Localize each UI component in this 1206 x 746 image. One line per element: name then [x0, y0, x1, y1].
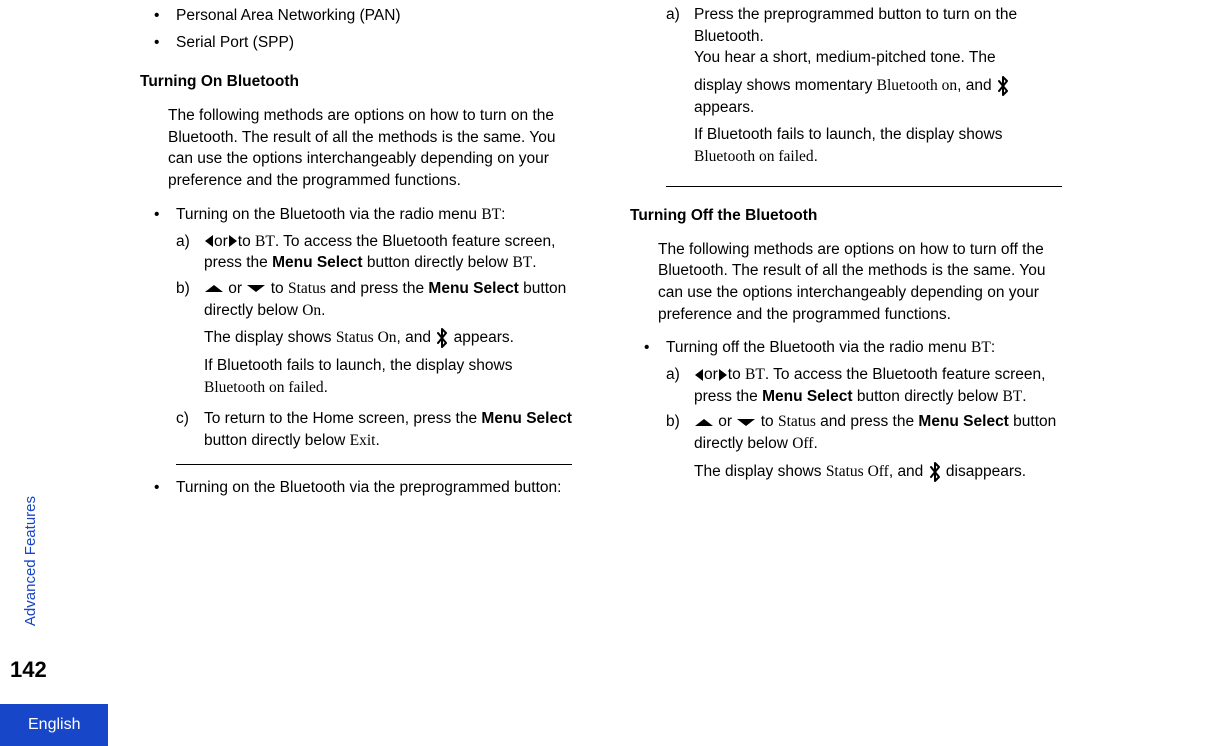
- heading-turn-on: Turning On Bluetooth: [140, 71, 572, 93]
- step-c-body: To return to the Home screen, press the …: [204, 408, 572, 451]
- intro-off: The following methods are options on how…: [658, 239, 1062, 326]
- menu-select-label: Menu Select: [428, 280, 518, 297]
- bt-label: BT: [255, 233, 275, 250]
- section-divider: [176, 464, 572, 465]
- exit-label: Exit: [350, 432, 376, 449]
- language-tab: English: [0, 704, 108, 746]
- arrow-up-icon: [695, 419, 713, 426]
- step-b-body: or to Status and press the Menu Select b…: [204, 278, 572, 404]
- section-divider: [666, 186, 1062, 187]
- bullet-pan: • Personal Area Networking (PAN): [154, 5, 572, 27]
- bullet-dot-icon: •: [154, 477, 176, 499]
- bullet-button-on-text: Turning on the Bluetooth via the preprog…: [176, 477, 561, 499]
- bluetooth-icon: [435, 328, 449, 348]
- status-on-label: Status On: [336, 329, 397, 346]
- bluetooth-icon: [996, 76, 1010, 96]
- bt-label: BT: [1002, 388, 1022, 405]
- step-c: c) To return to the Home screen, press t…: [176, 408, 572, 451]
- right-step-a-body: Press the preprogrammed button to turn o…: [694, 4, 1062, 174]
- menu-select-label: Menu Select: [762, 388, 852, 405]
- arrow-down-icon: [247, 285, 265, 292]
- label-a: a): [666, 364, 694, 407]
- arrow-up-icon: [205, 285, 223, 292]
- menu-select-label: Menu Select: [272, 254, 362, 271]
- menu-select-label: Menu Select: [481, 410, 571, 427]
- arrow-down-icon: [737, 419, 755, 426]
- on-label: On: [302, 302, 321, 319]
- bullet-menu-off-text: Turning off the Bluetooth via the radio …: [666, 337, 995, 359]
- bt-on-failed-label: Bluetooth on failed: [204, 379, 324, 396]
- bt-label: BT: [481, 206, 501, 223]
- right-a-line1: Press the preprogrammed button to turn o…: [694, 4, 1062, 47]
- bullet-dot-icon: •: [154, 5, 176, 27]
- arrow-right-icon: [229, 235, 237, 247]
- label-c: c): [176, 408, 204, 451]
- bt-label: BT: [745, 366, 765, 383]
- label-a: a): [666, 4, 694, 174]
- off-label: Off: [792, 435, 813, 452]
- bullet-menu-on: • Turning on the Bluetooth via the radio…: [154, 204, 572, 226]
- arrow-left-icon: [695, 369, 703, 381]
- off-step-b-body: or to Status and press the Menu Select b…: [694, 411, 1062, 488]
- arrow-right-icon: [719, 369, 727, 381]
- step-b: b) or to Status and press the Menu Selec…: [176, 278, 572, 404]
- arrow-left-icon: [205, 235, 213, 247]
- status-label: Status: [288, 280, 326, 297]
- off-step-b: b) or to Status and press the Menu Selec…: [666, 411, 1062, 488]
- intro-on: The following methods are options on how…: [168, 105, 572, 192]
- right-a-fail: If Bluetooth fails to launch, the displa…: [694, 124, 1062, 167]
- bt-label: BT: [971, 339, 991, 356]
- step-a: a) orto BT. To access the Bluetooth feat…: [176, 231, 572, 274]
- right-a-line3: display shows momentary Bluetooth on, an…: [694, 75, 1062, 118]
- off-step-b-result: The display shows Status Off, and disapp…: [694, 461, 1062, 483]
- bluetooth-icon: [928, 462, 942, 482]
- bullet-menu-off: • Turning off the Bluetooth via the radi…: [644, 337, 1062, 359]
- step-b-fail: If Bluetooth fails to launch, the displa…: [204, 355, 572, 398]
- bullet-dot-icon: •: [644, 337, 666, 359]
- bt-on-failed-label: Bluetooth on failed: [694, 148, 814, 165]
- heading-turn-off: Turning Off the Bluetooth: [630, 205, 1062, 227]
- bullet-spp: • Serial Port (SPP): [154, 32, 572, 54]
- step-b-result: The display shows Status On, and appears…: [204, 327, 572, 349]
- page-number: 142: [10, 655, 47, 686]
- bullet-button-on: • Turning on the Bluetooth via the prepr…: [154, 477, 572, 499]
- label-b: b): [666, 411, 694, 488]
- bt-label: BT: [512, 254, 532, 271]
- text-pan: Personal Area Networking (PAN): [176, 5, 401, 27]
- menu-select-label: Menu Select: [918, 413, 1008, 430]
- label-b: b): [176, 278, 204, 404]
- side-tab-label: Advanced Features: [20, 496, 41, 626]
- off-step-a: a) orto BT. To access the Bluetooth feat…: [666, 364, 1062, 407]
- label-a: a): [176, 231, 204, 274]
- bullet-menu-on-text: Turning on the Bluetooth via the radio m…: [176, 204, 505, 226]
- bullet-dot-icon: •: [154, 204, 176, 226]
- bt-on-label: Bluetooth on: [877, 77, 958, 94]
- bullet-dot-icon: •: [154, 32, 176, 54]
- right-a-line2: You hear a short, medium-pitched tone. T…: [694, 47, 1062, 69]
- status-off-label: Status Off: [826, 463, 889, 480]
- step-a-body: orto BT. To access the Bluetooth feature…: [204, 231, 572, 274]
- status-label: Status: [778, 413, 816, 430]
- text-spp: Serial Port (SPP): [176, 32, 294, 54]
- right-step-a: a) Press the preprogrammed button to tur…: [666, 4, 1062, 174]
- off-step-a-body: orto BT. To access the Bluetooth feature…: [694, 364, 1062, 407]
